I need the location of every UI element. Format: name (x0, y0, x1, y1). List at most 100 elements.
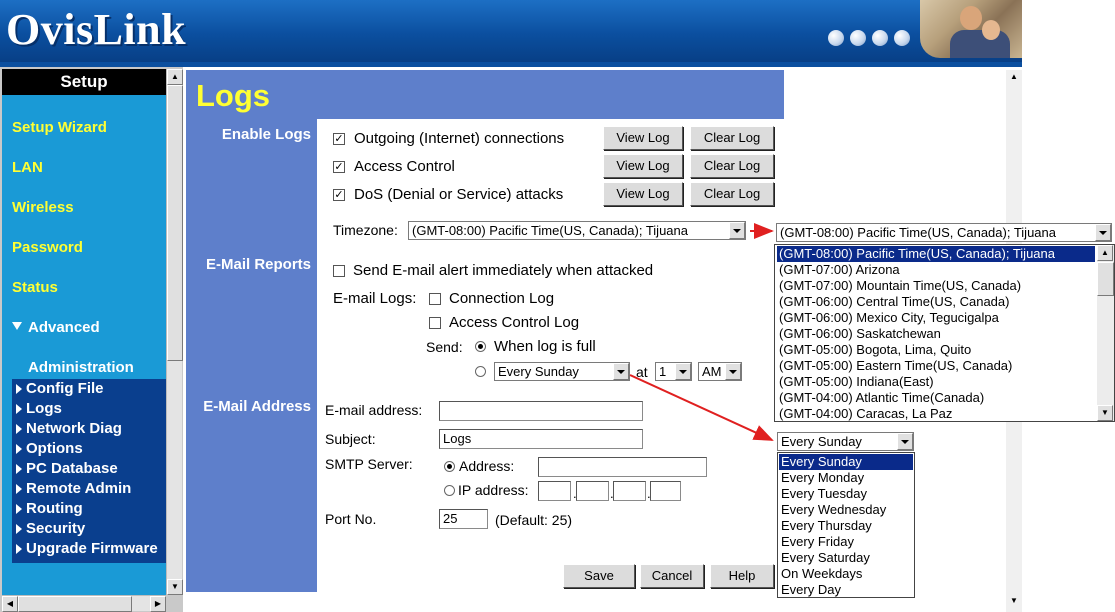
day-option[interactable]: Every Tuesday (779, 486, 913, 502)
clear-log-button-access[interactable]: Clear Log (690, 154, 774, 178)
section-enable-logs: Enable Logs (221, 126, 311, 143)
sidebar-item-advanced[interactable]: Advanced (12, 319, 100, 336)
port-label: Port No. (325, 511, 377, 527)
clear-log-button-dos[interactable]: Clear Log (690, 182, 774, 206)
scroll-down-icon[interactable]: ▼ (1097, 405, 1113, 421)
submenu-item-remote-admin[interactable]: Remote Admin (12, 479, 166, 499)
outgoing-log-checkbox[interactable]: ✓ (333, 133, 345, 145)
smtp-ip-radio[interactable] (444, 485, 455, 496)
submenu-item-config-file[interactable]: Config File (12, 379, 166, 399)
section-email-reports: E-Mail Reports (205, 256, 311, 273)
timezone-option[interactable]: (GMT-05:00) Indiana(East) (777, 374, 1095, 390)
ip-octet-4-input[interactable] (650, 481, 681, 501)
access-control-email-checkbox[interactable] (429, 317, 441, 329)
submenu-item-security[interactable]: Security (12, 519, 166, 539)
timezone-options-list[interactable]: (GMT-08:00) Pacific Time(US, Canada); Ti… (774, 244, 1115, 422)
triangle-right-icon (16, 384, 22, 394)
submenu-item-options[interactable]: Options (12, 439, 166, 459)
timezone-select[interactable]: (GMT-08:00) Pacific Time(US, Canada); Ti… (408, 221, 746, 240)
brand-logo: OvisLink (6, 5, 187, 54)
sidebar-item-password[interactable]: Password (12, 239, 83, 256)
scroll-up-icon[interactable]: ▲ (1097, 245, 1113, 261)
access-control-email-label: Access Control Log (449, 314, 580, 331)
scroll-up-icon[interactable]: ▲ (1006, 70, 1022, 86)
timezone-option[interactable]: (GMT-05:00) Eastern Time(US, Canada) (777, 358, 1095, 374)
day-option[interactable]: Every Monday (779, 470, 913, 486)
day-options-list[interactable]: Every Sunday Every Monday Every Tuesday … (777, 452, 915, 598)
schedule-radio[interactable] (475, 366, 486, 377)
submenu-item-upgrade-firmware[interactable]: Upgrade Firmware (12, 539, 166, 559)
day-option[interactable]: Every Wednesday (779, 502, 913, 518)
timezone-label: Timezone: (333, 222, 398, 238)
submenu-item-routing[interactable]: Routing (12, 499, 166, 519)
ampm-select[interactable]: AM (698, 362, 742, 381)
day-dropdown-zoom[interactable]: Every Sunday (777, 432, 914, 451)
day-option[interactable]: Every Thursday (779, 518, 913, 534)
day-option[interactable]: Every Sunday (779, 454, 913, 470)
timezone-option[interactable]: (GMT-06:00) Mexico City, Tegucigalpa (777, 310, 1095, 326)
email-address-input[interactable] (439, 401, 643, 421)
scroll-up-icon[interactable]: ▲ (167, 69, 183, 85)
timezone-option[interactable]: (GMT-06:00) Saskatchewan (777, 326, 1095, 342)
chevron-down-icon (729, 222, 745, 239)
at-label: at (636, 364, 648, 380)
scroll-thumb[interactable] (1097, 262, 1114, 296)
timezone-list-scrollbar[interactable]: ▲ ▼ (1097, 245, 1114, 421)
subject-input[interactable]: Logs (439, 429, 643, 449)
access-control-log-checkbox[interactable]: ✓ (333, 161, 345, 173)
timezone-option[interactable]: (GMT-04:00) Atlantic Time(Canada) (777, 390, 1095, 406)
page-title: Logs (196, 78, 271, 113)
sidebar-vertical-scrollbar[interactable]: ▲ ▼ (166, 69, 183, 595)
timezone-option[interactable]: (GMT-04:00) Caracas, La Paz (777, 406, 1095, 421)
view-log-button-dos[interactable]: View Log (603, 182, 683, 206)
triangle-right-icon (16, 484, 22, 494)
sidebar-item-status[interactable]: Status (12, 279, 58, 296)
sidebar-item-lan[interactable]: LAN (12, 159, 43, 176)
smtp-address-radio[interactable] (444, 461, 455, 472)
day-option[interactable]: Every Day (779, 582, 913, 597)
scroll-down-icon[interactable]: ▼ (1006, 594, 1022, 610)
timezone-dropdown-zoom[interactable]: (GMT-08:00) Pacific Time(US, Canada); Ti… (776, 223, 1112, 242)
day-option[interactable]: On Weekdays (779, 566, 913, 582)
cancel-button[interactable]: Cancel (640, 564, 704, 588)
port-input[interactable]: 25 (439, 509, 488, 529)
scroll-down-icon[interactable]: ▼ (167, 579, 183, 595)
timezone-option[interactable]: (GMT-07:00) Mountain Time(US, Canada) (777, 278, 1095, 294)
day-option[interactable]: Every Saturday (779, 550, 913, 566)
clear-log-button-outgoing[interactable]: Clear Log (690, 126, 774, 150)
sidebar-item-setup-wizard[interactable]: Setup Wizard (12, 119, 107, 136)
view-log-button-outgoing[interactable]: View Log (603, 126, 683, 150)
when-full-radio[interactable] (475, 341, 486, 352)
sidebar-item-wireless[interactable]: Wireless (12, 199, 74, 216)
scroll-right-icon[interactable]: ▶ (150, 596, 166, 612)
scroll-thumb[interactable] (167, 85, 183, 361)
day-select[interactable]: Every Sunday (494, 362, 630, 381)
connection-log-checkbox[interactable] (429, 293, 441, 305)
sidebar-horizontal-scrollbar[interactable]: ◀ ▶ (2, 595, 166, 612)
sidebar-title: Setup (2, 69, 166, 95)
connection-log-label: Connection Log (449, 290, 555, 307)
timezone-option[interactable]: (GMT-05:00) Bogota, Lima, Quito (777, 342, 1095, 358)
submenu-item-network-diag[interactable]: Network Diag (12, 419, 166, 439)
dos-log-checkbox[interactable]: ✓ (333, 189, 345, 201)
help-button[interactable]: Help (710, 564, 774, 588)
smtp-address-label: Address: (459, 458, 515, 474)
submenu-item-pc-database[interactable]: PC Database (12, 459, 166, 479)
triangle-down-icon (12, 322, 22, 330)
save-button[interactable]: Save (563, 564, 635, 588)
scroll-left-icon[interactable]: ◀ (2, 596, 18, 612)
ip-octet-3-input[interactable] (613, 481, 646, 501)
ip-octet-1-input[interactable] (538, 481, 571, 501)
access-control-log-label: Access Control (354, 158, 455, 175)
day-option[interactable]: Every Friday (779, 534, 913, 550)
smtp-address-input[interactable] (538, 457, 707, 477)
timezone-option[interactable]: (GMT-08:00) Pacific Time(US, Canada); Ti… (777, 246, 1095, 262)
view-log-button-access[interactable]: View Log (603, 154, 683, 178)
submenu-item-logs[interactable]: Logs (12, 399, 166, 419)
ip-octet-2-input[interactable] (576, 481, 609, 501)
timezone-option[interactable]: (GMT-07:00) Arizona (777, 262, 1095, 278)
hour-select[interactable]: 1 (655, 362, 692, 381)
timezone-option[interactable]: (GMT-06:00) Central Time(US, Canada) (777, 294, 1095, 310)
scroll-thumb[interactable] (18, 596, 132, 612)
email-alert-checkbox[interactable] (333, 265, 345, 277)
